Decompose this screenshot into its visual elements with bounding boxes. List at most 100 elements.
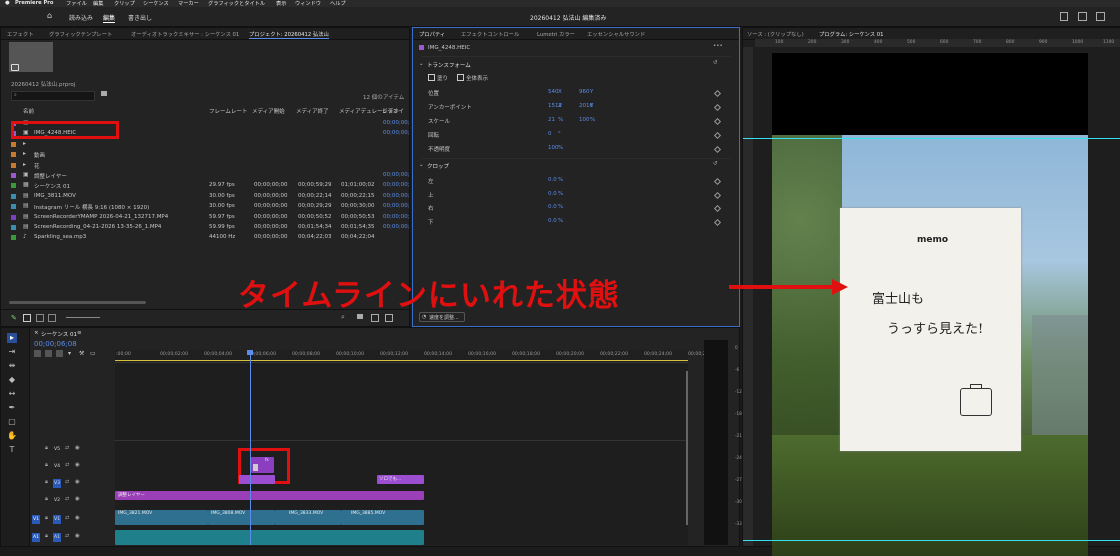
graphic-clip-solo[interactable]: ソロでも...	[377, 475, 424, 484]
hand-tool-icon[interactable]: ✋	[7, 431, 17, 441]
snap-icon[interactable]	[45, 350, 52, 357]
tab-project[interactable]: プロジェクト: 20260412 弘法山	[249, 30, 329, 39]
track-name[interactable]: V3	[53, 479, 61, 488]
sync-lock-icon[interactable]: ⇄	[65, 496, 69, 502]
menu-view[interactable]: 表示	[276, 0, 286, 7]
tab-program[interactable]: プログラム: シーケンス 01	[819, 30, 883, 38]
tab-audio-mixer[interactable]: オーディオトラックミキサー : シーケンス 01	[131, 30, 239, 38]
item-name[interactable]: 花	[34, 162, 40, 170]
pencil-icon[interactable]: ✎	[11, 314, 17, 322]
item-name[interactable]: ScreenRecording_04-21-2026 13-35-26_1.MP…	[34, 224, 161, 230]
menu-help[interactable]: ヘルプ	[330, 0, 346, 7]
tab-properties[interactable]: プロパティ	[419, 30, 445, 38]
eye-icon[interactable]: ◉	[75, 496, 80, 502]
nav-import[interactable]: 読み込み	[69, 13, 93, 22]
col-fps[interactable]: フレームレート	[209, 107, 247, 115]
menu-file[interactable]: ファイル	[66, 0, 87, 7]
lock-icon[interactable]: 🔒︎	[45, 479, 48, 486]
video-clip-2[interactable]: IMG_3808.MOV	[208, 510, 275, 525]
item-name[interactable]: Instagram リール 横長 9:16 (1080 × 1920)	[34, 203, 149, 211]
sync-lock-icon[interactable]: ⇄	[65, 462, 69, 468]
work-area-bar[interactable]	[115, 360, 688, 361]
reset-crop-icon[interactable]: ↺	[713, 161, 718, 167]
sync-lock-icon[interactable]: ⇄	[65, 533, 69, 539]
track-name[interactable]: V4	[53, 462, 61, 471]
project-row[interactable]: ♪ Sparkling_sea.mp3 44100 Hz 00;00;00;00…	[1, 233, 409, 243]
label-color-swatch[interactable]	[11, 235, 16, 241]
type-tool-icon[interactable]: T	[7, 445, 17, 455]
keyframe-icon[interactable]	[713, 103, 722, 112]
playhead[interactable]	[250, 352, 251, 545]
graphic-clip-v3[interactable]	[239, 475, 275, 484]
menu-sequence[interactable]: シーケンス	[143, 0, 169, 7]
freeform-view-icon[interactable]	[48, 314, 56, 322]
item-name[interactable]: Sparkling_sea.mp3	[34, 234, 86, 240]
label-color-swatch[interactable]	[11, 162, 16, 168]
keyframe-icon[interactable]	[713, 117, 722, 126]
project-row[interactable]: ▤ ScreenRecording_04-21-2026 13-35-26_1.…	[1, 223, 410, 233]
razor-tool-icon[interactable]: ◆	[7, 375, 17, 385]
tab-essential-sound[interactable]: エッセンシャルサウンド	[587, 30, 645, 38]
label-color-swatch[interactable]	[11, 183, 16, 189]
sync-lock-icon[interactable]: ⇄	[65, 445, 69, 451]
crop-value[interactable]: 0.0	[548, 177, 557, 183]
slip-tool-icon[interactable]: ↔	[7, 389, 17, 399]
new-bin-icon[interactable]	[101, 91, 107, 96]
pen-tool-icon[interactable]: ✒	[7, 403, 17, 413]
col-video-in[interactable]: ビデオイ	[382, 107, 404, 115]
vertical-scrollbar[interactable]	[686, 371, 688, 525]
video-clip-4[interactable]: IMG_3885.MOV	[341, 510, 424, 525]
close-icon[interactable]: ×	[34, 330, 39, 336]
ripple-edit-icon[interactable]: ⇹	[7, 361, 17, 371]
timecode[interactable]: 00;00;06;08	[34, 340, 77, 348]
project-row[interactable]: ▤ ScreenRecorderYMAMP 2026-04-21_132717.…	[1, 213, 410, 223]
item-name[interactable]: 調整レイヤー	[34, 172, 67, 180]
col-start[interactable]: メディア開始	[252, 107, 285, 115]
zoom-slider[interactable]	[66, 317, 100, 318]
sync-lock-icon[interactable]: ⇄	[65, 479, 69, 485]
fill-label[interactable]: 塗り	[437, 74, 448, 82]
col-name[interactable]: 名前	[23, 107, 34, 115]
share-icon[interactable]	[1060, 12, 1068, 21]
label-color-swatch[interactable]	[11, 225, 16, 230]
tab-source[interactable]: ソース : (クリップなし)	[747, 30, 804, 38]
track-name[interactable]: A1	[53, 533, 61, 542]
crop-value[interactable]: 0.0	[548, 204, 557, 210]
keyframe-icon[interactable]	[713, 191, 722, 199]
fit-label[interactable]: 全体表示	[466, 74, 488, 82]
eye-icon[interactable]: ◉	[75, 479, 80, 485]
project-row[interactable]: ▣ 調整レイヤー 00;00;00;	[1, 171, 410, 181]
link-icon[interactable]	[56, 350, 63, 357]
tab-lumetri[interactable]: Lumetri カラー	[537, 30, 575, 38]
label-color-swatch[interactable]	[11, 204, 16, 210]
menu-window[interactable]: ウィンドウ	[295, 0, 321, 7]
video-clip-3[interactable]: IMG_3833.MOV	[275, 510, 341, 525]
track-name[interactable]: V1	[53, 515, 61, 524]
keyframe-icon[interactable]	[713, 204, 722, 213]
item-name[interactable]: IMG_3811.MOV	[34, 193, 76, 199]
track-select-icon[interactable]: ⇥	[7, 347, 17, 357]
menu-icon[interactable]: ≡	[77, 330, 82, 336]
param-value-1[interactable]: 21	[548, 117, 555, 123]
playhead-handle[interactable]	[247, 350, 253, 355]
chevron-down-icon[interactable]: ⌄	[419, 61, 424, 67]
menu-graphics[interactable]: グラフィックとタイトル	[208, 0, 265, 7]
project-row[interactable]: ▦ シーケンス 01 29.97 fps 00;00;00;00 00;00;5…	[1, 181, 410, 191]
icon-view-icon[interactable]	[36, 314, 44, 322]
workspace-icon[interactable]	[1078, 12, 1087, 21]
rectangle-tool-icon[interactable]: ▢	[7, 417, 17, 427]
adjustment-layer-clip[interactable]: 調整レイヤー	[115, 491, 424, 500]
eye-icon[interactable]: ◉	[75, 515, 80, 521]
audio-clip-a1[interactable]	[115, 530, 424, 545]
project-row[interactable]: ▸ 動画	[1, 150, 409, 160]
video-clip-1[interactable]: IMG_3821.MOV	[115, 510, 208, 525]
project-row[interactable]: ▸	[1, 140, 409, 150]
item-name[interactable]: 動画	[34, 151, 45, 159]
tab-sequence[interactable]: シーケンス 01	[41, 330, 77, 338]
marker-icon[interactable]: ▾	[68, 350, 71, 357]
list-view-icon[interactable]	[23, 314, 31, 322]
captions-icon[interactable]: ▭	[90, 350, 96, 357]
wrench-icon[interactable]: ⚒	[79, 350, 84, 357]
lock-icon[interactable]: 🔒︎	[45, 496, 48, 503]
crop-value[interactable]: 0.0	[548, 191, 557, 197]
